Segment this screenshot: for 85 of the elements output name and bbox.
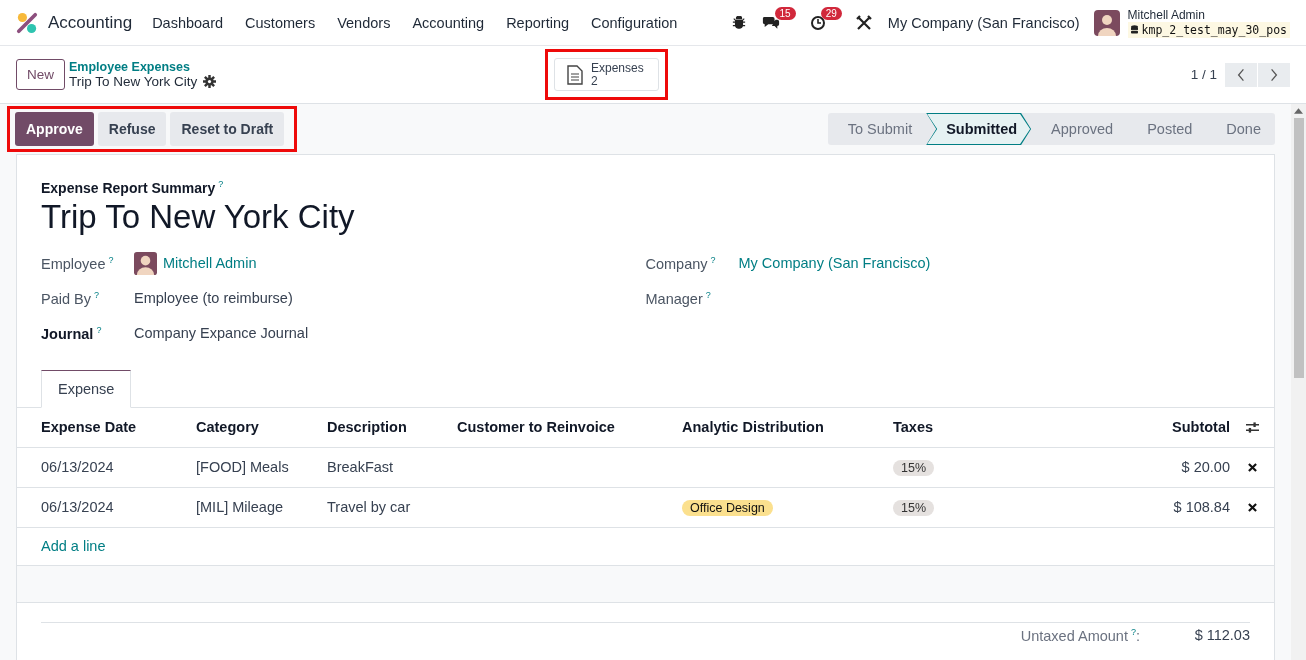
previous-button[interactable]: [1225, 62, 1257, 87]
table-cell-text: Travel by car: [327, 499, 412, 516]
field-value: Company Expance Journal: [134, 325, 309, 342]
column-header[interactable]: Customer to Reinvoice: [457, 419, 682, 436]
label-colon: :: [1135, 627, 1140, 644]
help-mark[interactable]: ?: [1130, 626, 1136, 637]
column-header[interactable]: Analytic Distribution: [682, 419, 893, 436]
message-count-badge: 15: [774, 7, 796, 20]
app-logo-icon[interactable]: [16, 11, 38, 34]
user-avatar[interactable]: [1093, 9, 1120, 36]
analytic-tag: Office Design: [682, 500, 773, 517]
menu-item[interactable]: Dashboard: [152, 14, 224, 31]
record-title: Trip To New York City: [41, 197, 356, 236]
chevron-right-icon: [1270, 67, 1278, 82]
help-mark[interactable]: ?: [94, 289, 99, 300]
total-value: $ 112.03: [1193, 626, 1250, 644]
status-stage[interactable]: Approved: [1031, 113, 1128, 145]
employee-link[interactable]: Mitchell Admin: [163, 255, 257, 272]
column-header[interactable]: Expense Date: [41, 419, 196, 436]
help-mark[interactable]: ?: [108, 254, 114, 265]
add-line-link[interactable]: Add a line: [41, 538, 106, 555]
document-icon: [567, 64, 583, 85]
column-header[interactable]: Description: [327, 419, 457, 436]
settings-icon[interactable]: [203, 75, 217, 88]
table-cell-text: 06/13/2024: [41, 499, 115, 516]
tax-tag: 15%: [893, 500, 935, 517]
column-header[interactable]: Taxes: [893, 419, 1100, 436]
approve-button[interactable]: Approve: [15, 112, 94, 146]
menu-item[interactable]: Accounting: [412, 14, 485, 31]
company-switcher[interactable]: My Company (San Francisco): [887, 14, 1080, 31]
column-header[interactable]: Subtotal: [1100, 419, 1230, 436]
app-name[interactable]: Accounting: [48, 12, 133, 33]
activity-count-badge: 29: [820, 6, 842, 20]
bug-icon[interactable]: [731, 15, 746, 30]
field-label: Employee: [41, 255, 106, 272]
help-mark[interactable]: ?: [705, 289, 711, 300]
delete-icon[interactable]: [1247, 502, 1257, 512]
record-name: Trip To New York City: [69, 74, 198, 89]
database-name: kmp_2_test_may_30_pos: [1127, 21, 1290, 38]
field-label: Company: [645, 255, 708, 272]
user-name[interactable]: Mitchell Admin: [1127, 7, 1290, 22]
menu-item[interactable]: Customers: [245, 14, 316, 31]
table-cell-text: [FOOD] Meals: [196, 459, 290, 476]
table-cell-text: [MIL] Mileage: [196, 499, 285, 516]
status-stage[interactable]: To Submit: [827, 113, 927, 145]
table-cell-text: $ 108.84: [1172, 499, 1230, 516]
expenses-stat-button[interactable]: Expenses 2: [554, 57, 659, 92]
column-header[interactable]: Category: [196, 419, 327, 436]
clock-icon[interactable]: [809, 14, 826, 31]
help-mark[interactable]: ?: [218, 179, 224, 189]
field-label: Manager: [645, 290, 703, 307]
delete-icon[interactable]: [1247, 462, 1257, 472]
chat-icon[interactable]: [761, 15, 780, 30]
scrollbar[interactable]: [1291, 104, 1306, 660]
expense-tab[interactable]: Expense: [41, 369, 132, 408]
company-link[interactable]: My Company (San Francisco): [738, 255, 931, 272]
menu-item[interactable]: Vendors: [337, 14, 391, 31]
table-cell-text: BreakFast: [327, 459, 395, 476]
field-label: Paid By: [41, 290, 91, 307]
help-mark[interactable]: ?: [96, 324, 102, 335]
action-button[interactable]: Refuse: [97, 112, 167, 146]
field-value: Employee (to reimburse): [134, 290, 293, 307]
total-label: Untaxed Amount: [1020, 627, 1128, 644]
table-cell-text: 06/13/2024: [41, 459, 115, 476]
next-button[interactable]: [1258, 62, 1290, 87]
action-button[interactable]: Reset to Draft: [170, 112, 285, 146]
status-stage[interactable]: Posted: [1127, 113, 1207, 145]
breadcrumb-link[interactable]: Employee Expenses: [69, 60, 369, 74]
status-stage[interactable]: Submitted: [926, 113, 1032, 145]
table-cell-text: $ 20.00: [1180, 459, 1230, 476]
field-label: Journal: [41, 325, 94, 342]
menu-item[interactable]: Reporting: [506, 14, 569, 31]
status-stage[interactable]: Done: [1206, 113, 1275, 145]
database-icon: [1130, 25, 1138, 34]
column-settings-icon[interactable]: [1244, 420, 1260, 434]
new-button[interactable]: New: [16, 59, 65, 90]
tools-icon[interactable]: [855, 14, 872, 31]
tax-tag: 15%: [893, 460, 935, 477]
pager-value: 1 / 1: [1190, 67, 1217, 82]
user-avatar: [134, 251, 157, 275]
menu-item[interactable]: Configuration: [591, 14, 678, 31]
chevron-left-icon: [1237, 67, 1245, 82]
help-mark[interactable]: ?: [710, 254, 716, 265]
field-label: Expense Report Summary: [41, 179, 216, 196]
scroll-up-icon[interactable]: [1294, 108, 1303, 114]
